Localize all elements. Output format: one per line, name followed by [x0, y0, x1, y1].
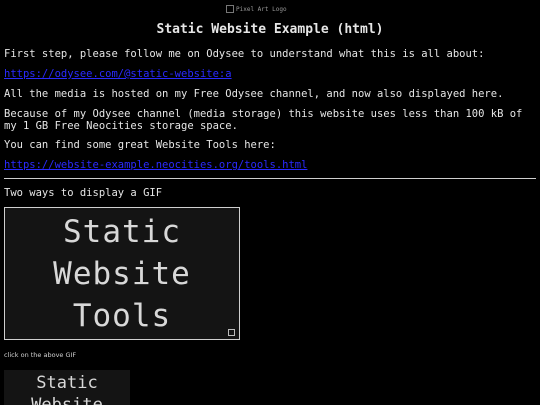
gif-image-embedded: Static Website	[4, 370, 130, 405]
gif-text-line-1: Static	[63, 213, 181, 250]
expand-icon	[228, 329, 235, 336]
gif2-text-line-1: Static	[36, 373, 98, 393]
tools-link[interactable]: https://website-example.neocities.org/to…	[4, 159, 307, 171]
broken-image-icon	[226, 5, 234, 13]
odysee-link[interactable]: https://odysee.com/@static-website:a	[4, 68, 232, 80]
header-image: Pixel Art Logo	[226, 5, 287, 13]
page-title: Static Website Example (html)	[156, 22, 384, 37]
gif-caption: click on the above GIF	[4, 351, 77, 359]
gif2-text-line-2: Website	[31, 395, 103, 405]
header-image-alt: Pixel Art Logo	[236, 5, 287, 13]
storage-text: Because of my Odysee channel (media stor…	[4, 108, 523, 132]
tools-link-line: https://website-example.neocities.org/to…	[4, 159, 534, 171]
divider	[4, 178, 536, 179]
intro-text: First step, please follow me on Odysee t…	[4, 48, 485, 60]
gif-heading: Two ways to display a GIF	[4, 187, 163, 199]
gif-image-link[interactable]: Static Website Tools	[4, 207, 240, 340]
gif-text-line-2: Website	[53, 255, 191, 292]
gif-text-line-3: Tools	[72, 297, 172, 334]
hosting-text: All the media is hosted on my Free Odyse…	[4, 88, 504, 100]
odysee-link-line: https://odysee.com/@static-website:a	[4, 68, 534, 80]
tools-text: You can find some great Website Tools he…	[4, 139, 276, 151]
